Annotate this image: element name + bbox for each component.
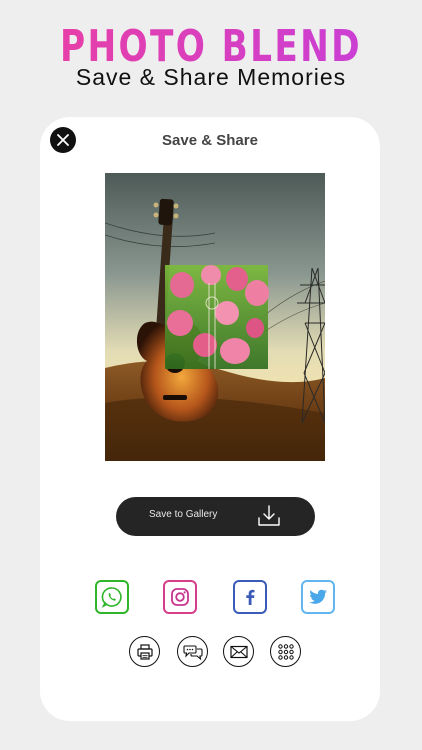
- save-to-gallery-button[interactable]: Save to Gallery: [116, 497, 315, 536]
- chat-icon: [182, 644, 203, 660]
- share-instagram-button[interactable]: [163, 580, 197, 614]
- facebook-icon: [246, 589, 255, 605]
- blended-photo-art: [105, 173, 325, 461]
- share-whatsapp-button[interactable]: [95, 580, 129, 614]
- dialog-title: Save & Share: [162, 132, 258, 149]
- print-button[interactable]: [129, 636, 160, 667]
- twitter-icon: [309, 589, 327, 604]
- save-to-gallery-label: Save to Gallery: [149, 509, 218, 520]
- printer-icon: [136, 643, 153, 660]
- share-facebook-button[interactable]: [233, 580, 267, 614]
- instagram-icon: [171, 588, 189, 606]
- save-share-card: Save & Share Save to Gallery: [40, 117, 380, 721]
- grid-dots-icon: [277, 643, 294, 660]
- more-options-button[interactable]: [270, 636, 301, 667]
- mail-icon: [229, 645, 248, 658]
- share-tools-row: [40, 636, 380, 668]
- mail-button[interactable]: [223, 636, 254, 667]
- share-twitter-button[interactable]: [301, 580, 335, 614]
- blended-photo: [105, 173, 325, 461]
- share-social-row: [40, 580, 380, 616]
- whatsapp-icon: [101, 587, 122, 608]
- promo-subtitle: Save & Share Memories: [75, 64, 347, 90]
- download-icon: [258, 505, 280, 526]
- message-button[interactable]: [177, 636, 208, 667]
